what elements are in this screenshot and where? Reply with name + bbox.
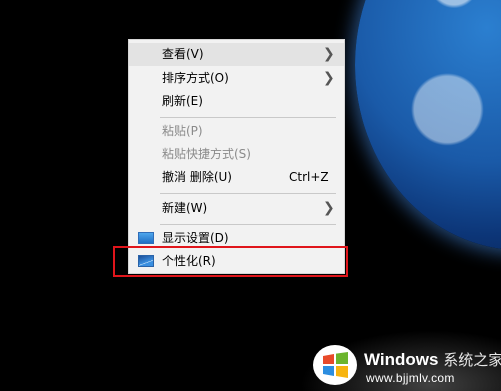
menu-separator (160, 117, 336, 118)
desktop[interactable]: 查看(V) ❯ 排序方式(O) ❯ 刷新(E) 粘贴(P) 粘贴快捷方式(S) … (0, 0, 501, 391)
menu-separator (160, 224, 336, 225)
menu-item-new[interactable]: 新建(W) ❯ (129, 197, 344, 220)
highlight-box (113, 246, 348, 277)
menu-item-paste: 粘贴(P) (162, 124, 203, 138)
menu-item-undo-delete[interactable]: 撤消 删除(U) Ctrl+Z (129, 166, 344, 189)
chevron-right-icon: ❯ (323, 200, 335, 216)
shortcut-text: Ctrl+Z (289, 170, 329, 184)
menu-item-paste-shortcut: 粘贴快捷方式(S) (162, 147, 251, 161)
watermark-url: www.bjjmlv.com (366, 371, 455, 385)
chevron-right-icon: ❯ (323, 46, 335, 62)
display-settings-icon (138, 232, 154, 244)
planet-wallpaper (355, 0, 501, 250)
menu-item-view[interactable]: 查看(V) ❯ (129, 43, 344, 66)
menu-item-sort-by[interactable]: 排序方式(O) ❯ (129, 67, 344, 90)
menu-separator (160, 193, 336, 194)
watermark-brand: Windows 系统之家 (364, 350, 501, 369)
chevron-right-icon: ❯ (323, 70, 335, 86)
menu-item-refresh[interactable]: 刷新(E) (129, 90, 344, 113)
windows-logo-icon (313, 345, 357, 385)
context-menu: 查看(V) ❯ 排序方式(O) ❯ 刷新(E) 粘贴(P) 粘贴快捷方式(S) … (128, 39, 345, 274)
